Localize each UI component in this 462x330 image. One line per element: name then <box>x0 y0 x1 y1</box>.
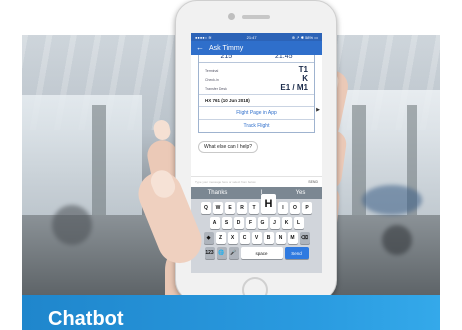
camera-icon <box>228 13 235 20</box>
key[interactable]: S <box>221 217 232 229</box>
app-title: Ask Timmy <box>209 44 244 52</box>
key[interactable]: J <box>269 217 280 229</box>
numbers-key[interactable]: 123 <box>204 247 215 259</box>
key[interactable]: E <box>225 202 235 214</box>
key[interactable]: M <box>287 232 298 244</box>
key[interactable]: B <box>263 232 274 244</box>
check-in-row: Check-in K <box>205 74 308 83</box>
key[interactable]: V <box>251 232 262 244</box>
battery-indicator: ⊕ ↗ ✱ 58% ▭ <box>291 34 318 40</box>
transfer-desk-label: Transfer Desk <box>205 87 227 91</box>
flight-number: HX 761 (10 Jun 2018) <box>199 94 314 106</box>
key[interactable]: P <box>302 202 312 214</box>
send-link[interactable]: SEND <box>308 180 318 184</box>
microphone-icon[interactable]: 🎤 <box>228 247 239 259</box>
terminal-value: T1 <box>298 65 308 74</box>
send-key[interactable]: Send <box>284 247 309 259</box>
caption-banner: Chatbot <box>22 295 440 330</box>
key[interactable]: L <box>293 217 304 229</box>
key[interactable]: W <box>213 202 223 214</box>
caption-title: Chatbot <box>48 308 124 330</box>
key[interactable]: X <box>227 232 238 244</box>
key[interactable]: C <box>239 232 250 244</box>
smartphone: ●●●●○ ≋ 21:47 ⊕ ↗ ✱ 58% ▭ ← Ask Timmy 21… <box>175 0 337 303</box>
message-input-bar: Type your message here or select from be… <box>191 176 322 186</box>
carousel-next-icon[interactable]: ▶ <box>316 107 320 113</box>
flight-time-left: 215 <box>220 55 233 60</box>
key[interactable]: T <box>249 202 259 214</box>
suggestion-bar: Thanks I Yes <box>191 187 322 199</box>
key[interactable]: R <box>237 202 247 214</box>
key[interactable]: Q <box>201 202 211 214</box>
check-in-label: Check-in <box>205 78 219 82</box>
bot-message-bubble: What else can I help? <box>198 141 259 153</box>
speaker-grille <box>242 15 270 19</box>
key[interactable]: G <box>257 217 268 229</box>
key[interactable]: D <box>233 217 244 229</box>
app-bar: ← Ask Timmy <box>191 41 322 55</box>
keyboard-row-4: 123 🌐 🎤 space Send <box>191 247 322 259</box>
status-time: 21:47 <box>246 34 257 40</box>
flight-time-right: 21:45 <box>275 55 293 60</box>
message-input[interactable]: Type your message here or select from be… <box>195 180 256 184</box>
promo-image: ●●●●○ ≋ 21:47 ⊕ ↗ ✱ 58% ▭ ← Ask Timmy 21… <box>0 0 462 330</box>
key[interactable]: K <box>281 217 292 229</box>
key[interactable]: I <box>278 202 288 214</box>
space-key[interactable]: space <box>240 247 283 259</box>
keyboard-row-1: Q W E R T H I O P <box>191 194 322 214</box>
suggestion-item[interactable]: Thanks <box>208 190 228 196</box>
on-screen-keyboard: Thanks I Yes Q W E R T H I O P A S D F G… <box>191 187 322 273</box>
terminal-row: Terminal T1 <box>205 65 308 74</box>
track-flight-link[interactable]: Track Flight <box>199 119 314 132</box>
key[interactable]: F <box>245 217 256 229</box>
backspace-key-icon[interactable]: ⌫ <box>299 232 310 244</box>
key[interactable]: A <box>209 217 220 229</box>
suggestion-item[interactable]: Yes <box>296 190 306 196</box>
flight-times: 215 21:45 <box>199 55 314 63</box>
phone-screen: ●●●●○ ≋ 21:47 ⊕ ↗ ✱ 58% ▭ ← Ask Timmy 21… <box>191 33 322 273</box>
back-arrow-icon[interactable]: ← <box>196 44 204 52</box>
flight-info-card: 215 21:45 Terminal T1 Check-in K Transfe… <box>198 55 320 133</box>
key[interactable]: N <box>275 232 286 244</box>
key-pressed[interactable]: H <box>261 194 276 214</box>
key[interactable]: Z <box>215 232 226 244</box>
keyboard-row-3: ◆ Z X C V B N M ⌫ <box>191 232 322 244</box>
transfer-desk-value: E1 / M1 <box>280 83 308 92</box>
status-bar: ●●●●○ ≋ 21:47 ⊕ ↗ ✱ 58% ▭ <box>191 33 322 41</box>
globe-icon[interactable]: 🌐 <box>216 247 227 259</box>
keyboard-row-2: A S D F G J K L <box>191 217 322 229</box>
key[interactable]: O <box>290 202 300 214</box>
terminal-label: Terminal <box>205 69 219 73</box>
flight-page-link[interactable]: Flight Page in App <box>199 106 314 119</box>
check-in-value: K <box>302 74 308 83</box>
shift-key-icon[interactable]: ◆ <box>203 232 214 244</box>
signal-indicator: ●●●●○ ≋ <box>195 34 212 40</box>
transfer-desk-row: Transfer Desk E1 / M1 <box>205 83 308 92</box>
